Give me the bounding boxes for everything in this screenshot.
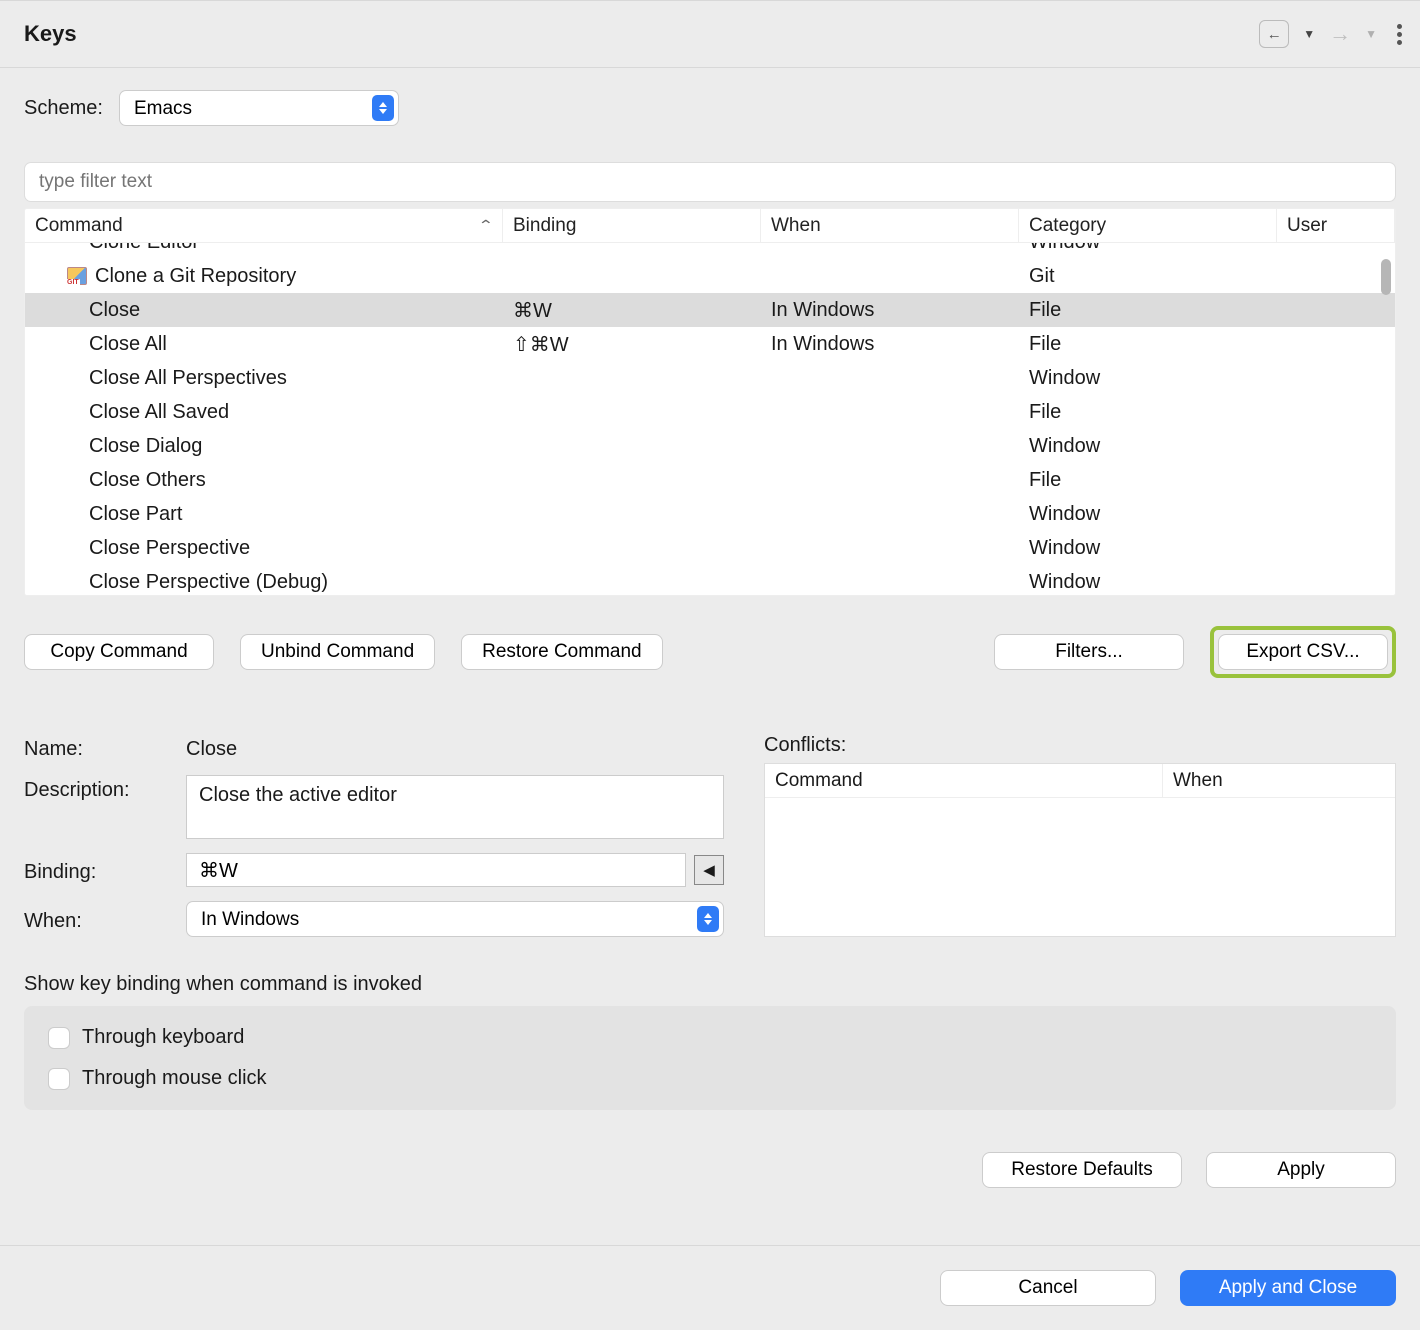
table-row[interactable]: Close All Perspectives Window — [25, 361, 1395, 395]
cell-command: Close Dialog — [25, 435, 503, 458]
restore-command-button[interactable]: Restore Command — [461, 634, 662, 670]
col-when[interactable]: When — [761, 209, 1019, 242]
cell-binding: ⌘W — [503, 298, 761, 323]
page-title: Keys — [24, 21, 77, 47]
cancel-button[interactable]: Cancel — [940, 1270, 1156, 1306]
nav-back-caret-icon[interactable]: ▼ — [1303, 27, 1315, 41]
table-row[interactable]: Close Dialog Window — [25, 429, 1395, 463]
export-csv-button[interactable]: Export CSV... — [1218, 634, 1388, 670]
binding-label: Binding: — [24, 857, 174, 884]
col-binding[interactable]: Binding — [503, 209, 761, 242]
cell-command: Close — [25, 299, 503, 322]
binding-record-button[interactable]: ◀ — [694, 855, 724, 885]
checkbox-icon — [48, 1027, 70, 1049]
header-tools: ← ▼ → ▼ — [1259, 20, 1402, 48]
apply-and-close-button[interactable]: Apply and Close — [1180, 1270, 1396, 1306]
checkbox-icon — [48, 1068, 70, 1090]
col-category[interactable]: Category — [1019, 209, 1277, 242]
kebab-menu-icon[interactable] — [1397, 24, 1402, 45]
filter-input[interactable] — [24, 162, 1396, 202]
scheme-label: Scheme: — [24, 97, 103, 120]
cell-category: File — [1019, 401, 1277, 424]
filters-button[interactable]: Filters... — [994, 634, 1184, 670]
conflicts-label: Conflicts: — [764, 734, 1396, 757]
description-field[interactable]: Close the active editor — [186, 775, 724, 839]
cell-command: Close Part — [25, 503, 503, 526]
name-label: Name: — [24, 734, 174, 761]
table-scrollbar[interactable] — [1381, 259, 1391, 295]
select-handle-icon — [372, 95, 394, 121]
table-row[interactable]: Close Part Window — [25, 497, 1395, 531]
cell-command: Close All — [25, 333, 503, 356]
col-user[interactable]: User — [1277, 209, 1395, 242]
description-label: Description: — [24, 775, 174, 802]
table-row[interactable]: Close Perspective Window — [25, 531, 1395, 565]
conflicts-col-command[interactable]: Command — [765, 764, 1163, 797]
apply-button[interactable]: Apply — [1206, 1152, 1396, 1188]
through-keyboard-label: Through keyboard — [82, 1026, 244, 1049]
conflicts-table: Command When — [764, 763, 1396, 937]
git-icon — [67, 267, 87, 285]
cell-category: Git — [1019, 265, 1277, 288]
cell-category: Window — [1019, 571, 1277, 594]
cell-binding: ⇧⌘W — [503, 332, 761, 357]
cell-command: Close Perspective — [25, 537, 503, 560]
cell-command: Close Perspective (Debug) — [25, 571, 503, 594]
cell-command: Close All Perspectives — [25, 367, 503, 390]
conflicts-col-when[interactable]: When — [1163, 764, 1395, 797]
cell-command: Clone Editor — [25, 243, 503, 254]
table-header: Command Binding When Category User — [25, 209, 1395, 243]
table-row[interactable]: Clone a Git Repository Git — [25, 259, 1395, 293]
restore-defaults-button[interactable]: Restore Defaults — [982, 1152, 1182, 1188]
through-mouse-checkbox[interactable]: Through mouse click — [48, 1067, 1372, 1090]
through-mouse-label: Through mouse click — [82, 1067, 267, 1090]
when-label: When: — [24, 906, 174, 933]
select-handle-icon — [697, 906, 719, 932]
cell-category: File — [1019, 299, 1277, 322]
cell-command: Close Others — [25, 469, 503, 492]
cell-category: File — [1019, 469, 1277, 492]
col-command[interactable]: Command — [25, 209, 503, 242]
nav-forward-button: → — [1329, 21, 1351, 47]
table-row[interactable]: Close All Saved File — [25, 395, 1395, 429]
nav-forward-caret-icon: ▼ — [1365, 27, 1377, 41]
cell-category: Window — [1019, 435, 1277, 458]
cell-category: Window — [1019, 243, 1277, 254]
show-binding-group: Through keyboard Through mouse click — [24, 1006, 1396, 1110]
name-value: Close — [186, 734, 724, 761]
show-binding-label: Show key binding when command is invoked — [24, 973, 1396, 996]
command-table: Command Binding When Category User Clone… — [24, 208, 1396, 596]
cell-category: Window — [1019, 537, 1277, 560]
when-select[interactable]: In Windows — [186, 901, 724, 937]
table-row[interactable]: Close⌘WIn WindowsFile — [25, 293, 1395, 327]
cell-when: In Windows — [761, 333, 1019, 356]
through-keyboard-checkbox[interactable]: Through keyboard — [48, 1026, 1372, 1049]
header-bar: Keys ← ▼ → ▼ — [0, 0, 1420, 68]
nav-back-button[interactable]: ← — [1259, 20, 1289, 48]
export-csv-highlight: Export CSV... — [1210, 626, 1396, 678]
cell-when: In Windows — [761, 299, 1019, 322]
table-row[interactable]: Clone Editor Window — [25, 243, 1395, 259]
copy-command-button[interactable]: Copy Command — [24, 634, 214, 670]
cell-command: Clone a Git Repository — [25, 265, 503, 288]
unbind-command-button[interactable]: Unbind Command — [240, 634, 435, 670]
table-row[interactable]: Close Others File — [25, 463, 1395, 497]
cell-category: Window — [1019, 367, 1277, 390]
cell-command: Close All Saved — [25, 401, 503, 424]
cell-category: Window — [1019, 503, 1277, 526]
table-row[interactable]: Close Perspective (Debug) Window — [25, 565, 1395, 595]
cell-category: File — [1019, 333, 1277, 356]
binding-input[interactable] — [186, 853, 686, 887]
scheme-select[interactable]: Emacs — [119, 90, 399, 126]
table-row[interactable]: Close All⇧⌘WIn WindowsFile — [25, 327, 1395, 361]
